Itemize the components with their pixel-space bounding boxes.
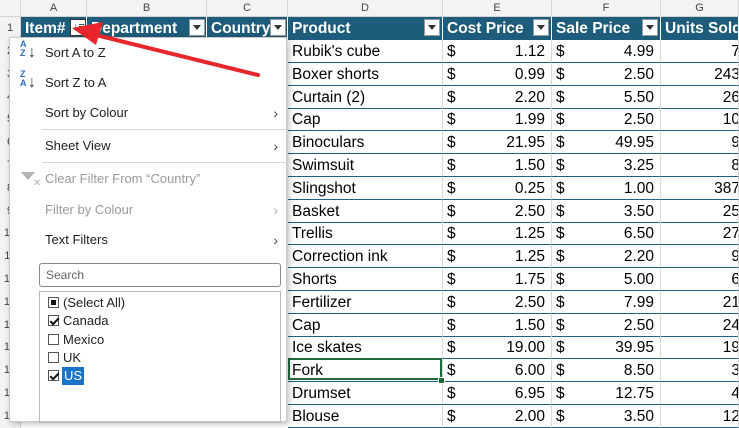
annotation-arrow (72, 22, 260, 77)
